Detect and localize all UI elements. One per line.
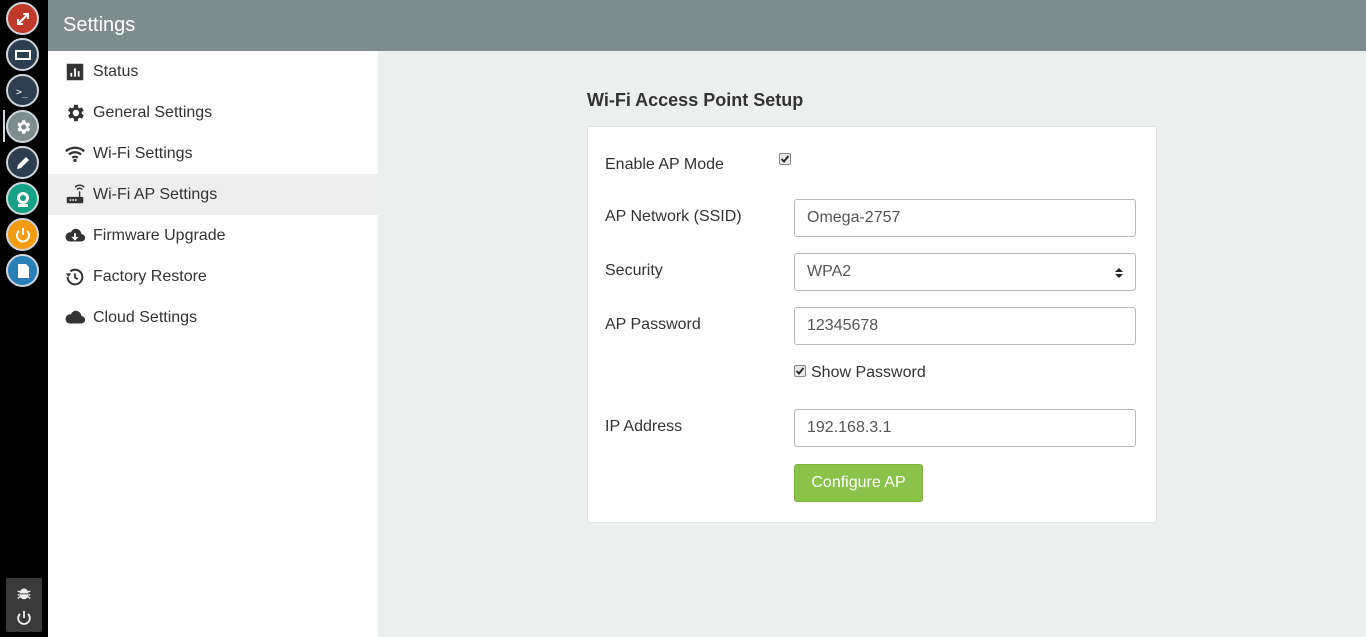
select-arrows-icon: [1115, 268, 1123, 278]
app-dock: >_: [0, 0, 48, 637]
bar-chart-icon: [63, 60, 87, 84]
app-header: Settings: [48, 0, 1366, 51]
sidebar-item-label: Cloud Settings: [93, 308, 198, 326]
power-icon[interactable]: [6, 218, 39, 251]
configure-ap-button[interactable]: Configure AP: [794, 464, 923, 502]
show-password-checkbox[interactable]: [794, 365, 806, 377]
dock-active-indicator: [3, 110, 5, 142]
show-password-label[interactable]: Show Password: [811, 364, 926, 382]
sidebar-item-wifi-ap-settings[interactable]: Wi-Fi AP Settings: [48, 174, 378, 215]
window-icon[interactable]: [6, 38, 39, 71]
ip-address-label: IP Address: [605, 418, 683, 435]
bug-icon[interactable]: [13, 582, 35, 604]
sidebar-item-label: Wi-Fi AP Settings: [93, 185, 218, 203]
shutdown-icon[interactable]: [13, 607, 35, 629]
sidebar-item-wifi-settings[interactable]: Wi-Fi Settings: [48, 133, 378, 174]
app-installer-icon[interactable]: [6, 2, 39, 35]
enable-ap-checkbox[interactable]: [779, 153, 791, 165]
sidebar-item-label: Factory Restore: [93, 267, 207, 285]
sidebar-item-factory-restore[interactable]: Factory Restore: [48, 256, 378, 297]
gear-icon: [63, 101, 87, 125]
ssid-label: AP Network (SSID): [605, 208, 742, 225]
security-label: Security: [605, 262, 663, 279]
enable-ap-label: Enable AP Mode: [605, 156, 724, 173]
camera-icon[interactable]: [6, 182, 39, 215]
sidebar: Status General Settings Wi-Fi Settings W…: [48, 51, 378, 637]
wifi-icon: [63, 142, 87, 166]
sidebar-item-label: General Settings: [93, 103, 213, 121]
sidebar-item-label: Firmware Upgrade: [93, 226, 226, 244]
sidebar-item-general-settings[interactable]: General Settings: [48, 92, 378, 133]
router-icon: [63, 183, 87, 207]
cloud-icon: [63, 306, 87, 330]
terminal-icon[interactable]: >_: [6, 74, 39, 107]
sidebar-item-label: Status: [93, 62, 139, 80]
check-icon: [780, 155, 790, 163]
security-select[interactable]: WPA2: [794, 253, 1136, 291]
page-title: Settings: [63, 14, 136, 36]
password-label: AP Password: [605, 316, 701, 333]
sidebar-item-label: Wi-Fi Settings: [93, 144, 193, 162]
cloud-download-icon: [63, 224, 87, 248]
dock-bottom-tray: [6, 578, 42, 632]
svg-text:>_: >_: [16, 87, 29, 98]
sidebar-item-firmware-upgrade[interactable]: Firmware Upgrade: [48, 215, 378, 256]
editor-icon[interactable]: [6, 146, 39, 179]
sidebar-item-status[interactable]: Status: [48, 51, 378, 92]
sidebar-item-cloud-settings[interactable]: Cloud Settings: [48, 297, 378, 338]
history-icon: [63, 265, 87, 289]
storage-icon[interactable]: [6, 254, 39, 287]
section-title: Wi-Fi Access Point Setup: [587, 90, 804, 110]
password-input[interactable]: [794, 307, 1136, 345]
settings-icon[interactable]: [6, 110, 39, 143]
check-icon: [795, 367, 805, 375]
ip-address-input[interactable]: [794, 409, 1136, 447]
security-select-value: WPA2: [807, 263, 852, 280]
ssid-input[interactable]: [794, 199, 1136, 237]
